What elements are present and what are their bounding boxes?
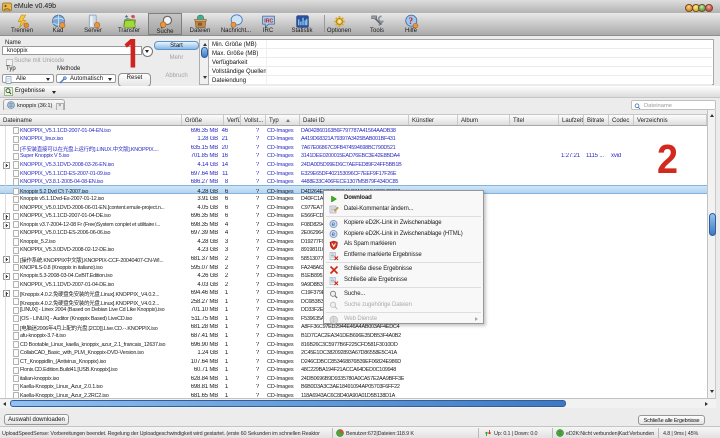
svg-text:IRC: IRC	[264, 19, 273, 25]
svg-text:?: ?	[408, 16, 413, 26]
